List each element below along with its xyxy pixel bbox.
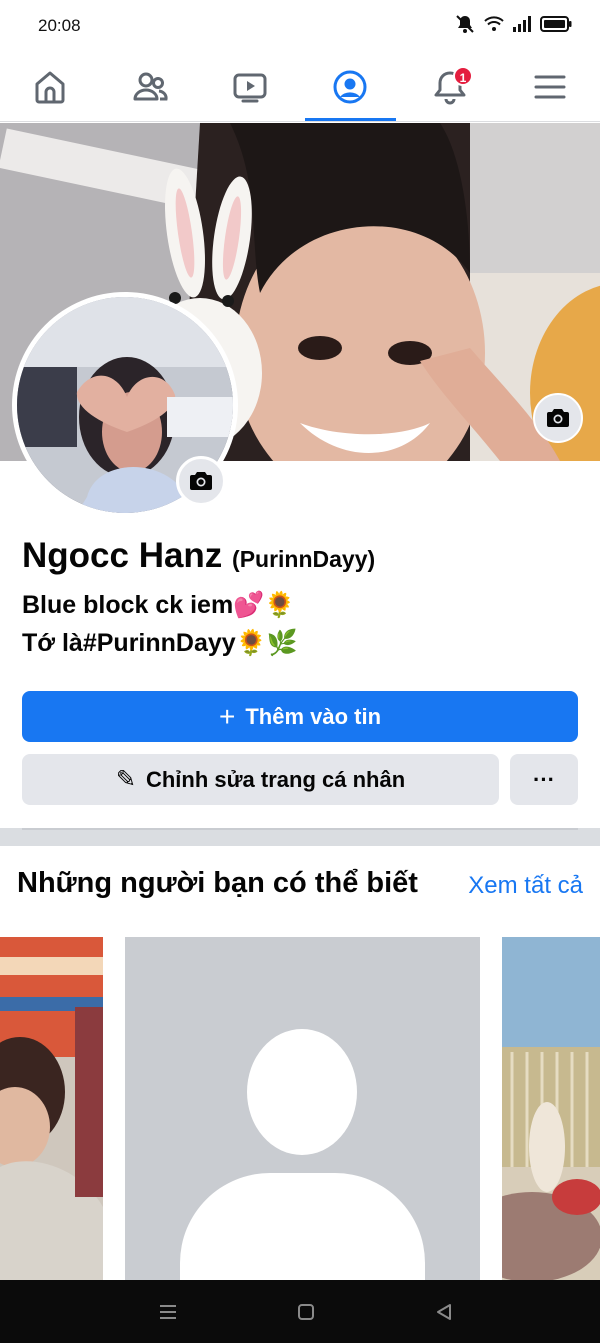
nav-watch[interactable]: [200, 52, 300, 122]
watch-icon: [233, 73, 267, 103]
home-circle-icon: [298, 1304, 314, 1320]
edit-profile-label: Chỉnh sửa trang cá nhân: [145, 766, 406, 792]
more-options-button[interactable]: ···: [510, 754, 578, 805]
battery-icon: [540, 16, 572, 32]
back-icon: [437, 1304, 451, 1320]
friends-icon: [133, 72, 168, 101]
camera-icon: [190, 472, 212, 490]
active-tab-indicator: [305, 118, 396, 121]
wifi-icon: [484, 16, 504, 31]
signal-icon: [513, 16, 531, 32]
nav-notifications[interactable]: 1: [400, 52, 500, 122]
people-you-may-know-title: Những người bạn có thể biết: [17, 867, 418, 899]
default-avatar-body: [180, 1173, 425, 1280]
avatar-camera-button[interactable]: [176, 456, 226, 506]
suggestion-photo-1: [0, 937, 103, 1280]
top-nav: 1: [0, 52, 600, 122]
recent-apps-icon: [160, 1305, 176, 1319]
status-bar: 20:08: [0, 0, 600, 52]
mute-icon: [456, 15, 474, 33]
nav-profile[interactable]: [300, 52, 400, 122]
profile-icon: [333, 70, 367, 104]
default-avatar-head: [247, 1029, 357, 1155]
profile-alternate-name: (PurinnDayy): [232, 546, 376, 572]
cover-camera-button[interactable]: [533, 393, 583, 443]
home-icon: [35, 71, 65, 104]
pencil-icon: ✎: [115, 766, 136, 793]
profile-display-name: Ngocc Hanz: [22, 536, 223, 575]
suggestion-card[interactable]: [125, 937, 480, 1280]
add-to-story-button[interactable]: + Thêm vào tin: [22, 691, 578, 742]
nav-menu[interactable]: [500, 52, 600, 122]
recent-apps-button[interactable]: [154, 1298, 182, 1326]
menu-icon: [534, 75, 566, 99]
status-icons: [454, 14, 572, 34]
plus-icon: +: [218, 700, 236, 732]
back-button[interactable]: [430, 1298, 458, 1326]
divider-line: [22, 828, 578, 830]
section-divider: [0, 828, 600, 846]
add-to-story-label: Thêm vào tin: [245, 703, 382, 729]
profile-name: Ngocc Hanz (PurinnDayy): [22, 536, 375, 576]
suggestion-card[interactable]: [0, 937, 103, 1280]
suggestion-card[interactable]: [502, 937, 600, 1280]
edit-profile-button[interactable]: ✎ Chỉnh sửa trang cá nhân: [22, 754, 499, 805]
bio-line-2: Tớ là#PurinnDayy🌻🌿: [22, 629, 298, 657]
bio-line-1: Blue block ck iem💕🌻: [22, 591, 296, 619]
nav-home[interactable]: [0, 52, 100, 122]
suggestion-photo-3: [502, 937, 600, 1280]
home-circle-button[interactable]: [292, 1298, 320, 1326]
see-all-link[interactable]: Xem tất cả: [468, 872, 583, 900]
status-time: 20:08: [38, 16, 81, 35]
nav-friends[interactable]: [100, 52, 200, 122]
more-icon: ···: [533, 766, 555, 792]
camera-icon: [547, 409, 569, 427]
notification-badge: 1: [453, 66, 473, 86]
system-nav-bar: [0, 1280, 600, 1343]
